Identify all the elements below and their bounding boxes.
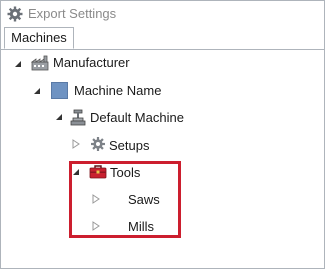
- collapsed-arrow-icon[interactable]: [71, 139, 81, 149]
- gear-icon: [91, 137, 105, 151]
- tree-label-manufacturer: Manufacturer: [53, 55, 130, 70]
- tab-strip: Machines: [1, 27, 324, 50]
- tree-label-default-machine: Default Machine: [90, 110, 184, 125]
- window-title: Export Settings: [28, 6, 117, 21]
- tab-machines[interactable]: Machines: [4, 27, 74, 49]
- machine-tree: Manufacturer Machine Name Default Machin…: [1, 49, 324, 268]
- tree-label-machine-name: Machine Name: [74, 83, 162, 98]
- machine-icon: [70, 109, 86, 126]
- machine-swatch-icon: [51, 82, 68, 99]
- gear-icon: [7, 6, 23, 22]
- expanded-arrow-icon[interactable]: [32, 86, 42, 96]
- title-bar[interactable]: Export Settings: [1, 1, 324, 27]
- export-settings-window: Export Settings Machines Manufacturer Ma…: [0, 0, 325, 269]
- expanded-arrow-icon[interactable]: [54, 112, 64, 122]
- highlight-box: [69, 161, 181, 238]
- expanded-arrow-icon[interactable]: [13, 59, 23, 69]
- tree-label-setups: Setups: [109, 138, 150, 153]
- factory-icon: [31, 55, 49, 71]
